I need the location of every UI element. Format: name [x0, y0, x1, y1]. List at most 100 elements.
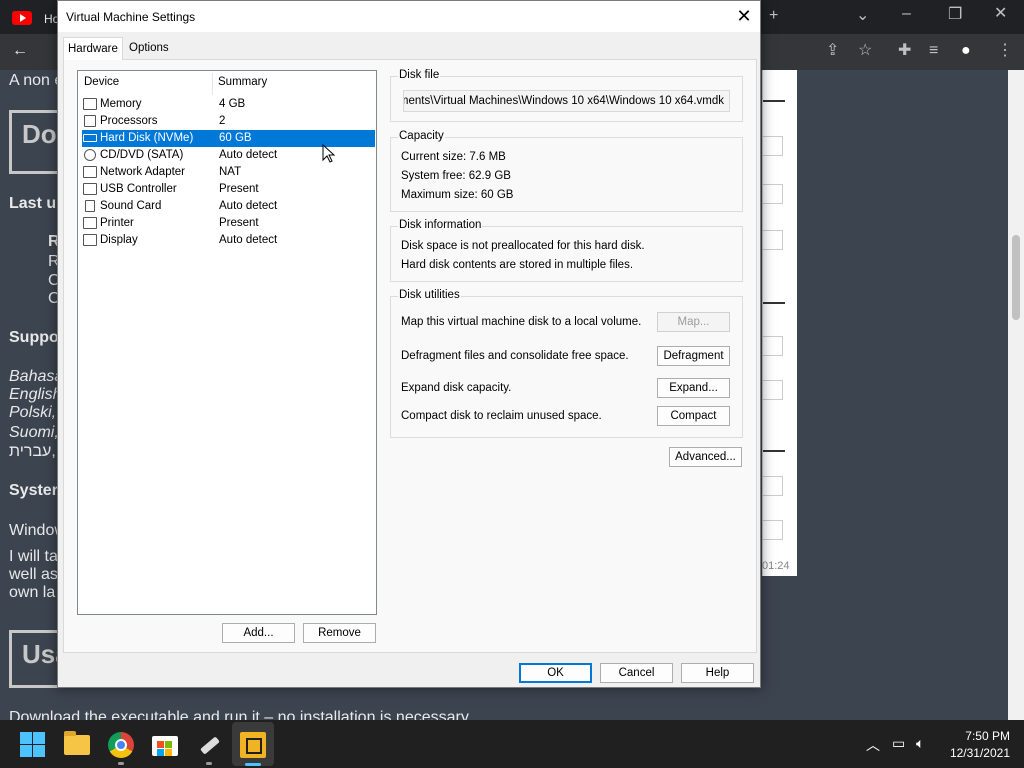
compact-description: Compact disk to reclaim unused space. — [401, 410, 602, 422]
paragraph-line-3: own la — [9, 584, 56, 601]
usb-controller-icon — [83, 183, 97, 195]
microsoft-store-icon[interactable] — [152, 736, 178, 756]
defragment-button[interactable]: Defragment — [657, 346, 730, 366]
tab-hardware[interactable]: Hardware — [63, 37, 123, 60]
language-line-5: עברית, — [9, 443, 56, 460]
supported-heading: Suppo — [9, 329, 59, 346]
media-queue-icon[interactable]: ≡ — [929, 43, 938, 59]
scrollbar-thumb[interactable] — [1012, 235, 1020, 320]
page-scrollbar[interactable] — [1008, 70, 1024, 720]
share-icon[interactable]: ⇪ — [826, 43, 839, 59]
device-row-sound-card[interactable]: Sound Card Auto detect — [82, 198, 375, 215]
tab-options[interactable]: Options — [125, 37, 175, 59]
device-summary: NAT — [219, 166, 242, 178]
download-instructions: Download the executable and run it – no … — [9, 709, 473, 720]
dialog-titlebar[interactable]: Virtual Machine Settings ✕ — [58, 1, 760, 32]
hardware-panel: Device Summary Memory 4 GB Processors 2 … — [63, 59, 757, 653]
help-button[interactable]: Help — [681, 663, 754, 683]
display-icon — [83, 234, 97, 246]
map-description: Map this virtual machine disk to a local… — [401, 316, 642, 328]
dialog-close-icon[interactable]: ✕ — [732, 5, 756, 27]
minimize-icon[interactable]: – — [902, 6, 911, 22]
current-size-text: Current size: 7.6 MB — [401, 151, 506, 163]
device-name: Network Adapter — [100, 166, 186, 178]
device-row-printer[interactable]: Printer Present — [82, 215, 375, 232]
device-row-processors[interactable]: Processors 2 — [82, 113, 375, 130]
clock-date[interactable]: 12/31/2021 — [940, 746, 1010, 760]
disk-file-group: Disk file C:\Users\Documents\Virtual Mac… — [390, 69, 743, 122]
ok-button[interactable]: OK — [519, 663, 592, 683]
browser-close-icon[interactable]: ✕ — [994, 6, 1007, 22]
vmware-icon[interactable] — [240, 732, 266, 758]
new-tab-icon[interactable]: + — [769, 8, 778, 24]
column-separator[interactable] — [212, 73, 213, 95]
input-box[interactable] — [763, 336, 783, 356]
device-summary: Present — [219, 183, 259, 195]
tab-search-icon[interactable]: ⌄ — [856, 8, 869, 24]
advanced-button[interactable]: Advanced... — [669, 447, 742, 467]
disk-file-path-field[interactable]: C:\Users\Documents\Virtual Machines\Wind… — [403, 90, 730, 112]
remove-device-button[interactable]: Remove — [303, 623, 376, 643]
device-name: Display — [100, 234, 138, 246]
network-adapter-icon — [83, 166, 97, 178]
map-button[interactable]: Map... — [657, 312, 730, 332]
dropdown[interactable] — [763, 184, 783, 204]
volume-icon[interactable]: 🔈︎ — [916, 735, 924, 752]
disk-info-line-1: Disk space is not preallocated for this … — [401, 240, 645, 252]
device-name: USB Controller — [100, 183, 177, 195]
memory-icon — [83, 98, 97, 110]
device-name: Sound Card — [100, 200, 162, 212]
file-explorer-icon[interactable] — [64, 731, 90, 755]
active-indicator — [245, 763, 261, 766]
device-row-memory[interactable]: Memory 4 GB — [82, 96, 375, 113]
panel-timestamp: 01:24 — [762, 560, 790, 572]
printer-icon — [83, 217, 97, 229]
system-heading: Syster — [9, 482, 58, 499]
divider — [763, 100, 785, 102]
back-icon[interactable]: ← — [12, 43, 28, 59]
dropdown[interactable] — [763, 136, 783, 156]
device-summary: 60 GB — [219, 132, 252, 144]
language-line-3: Polski, — [9, 404, 57, 421]
add-device-button[interactable]: Add... — [222, 623, 295, 643]
start-icon[interactable] — [20, 732, 46, 758]
dropdown[interactable] — [763, 230, 783, 250]
paragraph-line-2: well as — [9, 566, 58, 583]
device-name: Printer — [100, 217, 134, 229]
hard-disk-icon — [83, 134, 97, 142]
disk-utilities-group: Disk utilities Map this virtual machine … — [390, 289, 743, 438]
device-row-network-adapter[interactable]: Network Adapter NAT — [82, 164, 375, 181]
cd-dvd-icon — [84, 149, 96, 161]
summary-column-header[interactable]: Summary — [218, 76, 267, 88]
profile-icon[interactable]: ● — [961, 43, 971, 59]
cancel-button[interactable]: Cancel — [600, 663, 673, 683]
device-summary: Auto detect — [219, 200, 278, 212]
processor-icon — [84, 115, 96, 127]
show-hidden-icons-chevron-icon[interactable]: ︿ — [866, 735, 880, 755]
device-name: Memory — [100, 98, 142, 110]
menu-icon[interactable]: ⋮ — [997, 43, 1013, 59]
chrome-icon[interactable] — [108, 732, 134, 758]
device-row-usb-controller[interactable]: USB Controller Present — [82, 181, 375, 198]
device-name: Processors — [100, 115, 158, 127]
dropdown[interactable] — [763, 380, 783, 400]
compact-button[interactable]: Compact — [657, 406, 730, 426]
extensions-icon[interactable]: ✚ — [898, 43, 911, 59]
expand-button[interactable]: Expand... — [657, 378, 730, 398]
bookmark-star-icon[interactable]: ☆ — [858, 43, 872, 59]
device-column-header[interactable]: Device — [84, 76, 119, 88]
disk-file-path: C:\Users\Documents\Virtual Machines\Wind… — [403, 95, 724, 107]
input-box[interactable] — [763, 476, 783, 496]
input-box[interactable] — [763, 520, 783, 540]
restore-icon[interactable]: ❐ — [948, 7, 962, 23]
device-name: Hard Disk (NVMe) — [100, 132, 194, 144]
usb-drive-icon[interactable] — [196, 732, 222, 758]
sound-card-icon — [85, 200, 95, 212]
paragraph-line-1: I will ta — [9, 548, 58, 565]
capacity-group: Capacity Current size: 7.6 MB System fre… — [390, 130, 743, 212]
group-title: Capacity — [398, 130, 445, 142]
defragment-description: Defragment files and consolidate free sp… — [401, 350, 629, 362]
device-row-display[interactable]: Display Auto detect — [82, 232, 375, 249]
clock-time[interactable]: 7:50 PM — [950, 729, 1010, 743]
network-icon[interactable]: ▭ — [892, 735, 905, 752]
